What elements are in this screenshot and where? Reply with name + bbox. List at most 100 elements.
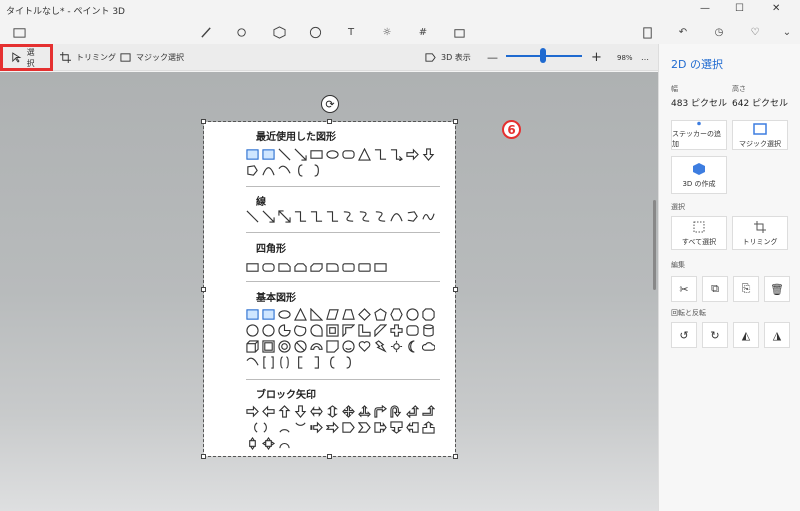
rectangle-shape-icon: [310, 150, 323, 159]
height-value[interactable]: 642 ピクセル: [732, 96, 788, 109]
block-quad-arrow-icon: [342, 405, 355, 418]
copy-button[interactable]: ⧉: [702, 276, 728, 302]
block-bent-up-arrow-icon: [422, 405, 435, 416]
arrow-line-shape-icon: [294, 148, 307, 161]
line-shape-icon: [278, 148, 291, 161]
resize-handle-top-left[interactable]: [201, 119, 206, 124]
resize-handle-top[interactable]: [327, 119, 332, 124]
close-button[interactable]: ✕: [772, 3, 780, 14]
magic-select-panel-button[interactable]: マジック選択: [732, 120, 788, 150]
more-options-button[interactable]: …: [641, 44, 649, 71]
minimize-button[interactable]: —: [700, 3, 710, 14]
vertical-scrollbar[interactable]: [653, 200, 656, 290]
scissors-icon: ✂: [679, 282, 689, 296]
view-3d-button[interactable]: 3D 表示: [425, 44, 471, 71]
zoom-slider-thumb[interactable]: [540, 48, 546, 63]
undo-icon[interactable]: ↶: [674, 24, 692, 40]
block-striped-right-arrow-icon: [310, 421, 323, 434]
basic-cube-icon: [246, 340, 259, 353]
resize-handle-top-right[interactable]: [453, 119, 458, 124]
snip-two-corner-rect-icon: [294, 263, 307, 272]
effects-icon[interactable]: ☼: [378, 24, 396, 40]
section-divider: [246, 186, 440, 187]
curve-line-icon: [390, 213, 403, 222]
block-arrows-row-3: [246, 437, 291, 450]
history-icon[interactable]: ◷: [710, 24, 728, 40]
block-left-arrow-icon: [262, 405, 275, 418]
resize-handle-right[interactable]: [453, 287, 458, 292]
trim-panel-button[interactable]: トリミング: [732, 216, 788, 250]
block-circular-arrow-icon: [279, 443, 290, 449]
panel-title: 2D の選択: [671, 58, 723, 71]
block-left-callout-icon: [406, 422, 419, 433]
trim-tool-button[interactable]: トリミング: [60, 44, 116, 71]
chevron-down-icon[interactable]: ⌄: [778, 24, 796, 40]
flip-horizontal-icon: ◭: [741, 328, 751, 342]
elbow-line-icon: [294, 211, 307, 222]
block-curved-right-arrow-icon: [254, 422, 258, 433]
library-3d-icon[interactable]: [450, 24, 468, 40]
flip-vertical-button[interactable]: ◮: [764, 322, 790, 348]
block-left-up-arrow-icon: [406, 405, 419, 418]
block-curved-up-arrow-icon: [279, 429, 290, 433]
width-value[interactable]: 483 ピクセル: [671, 96, 727, 109]
block-down-arrow-icon: [294, 405, 307, 418]
resize-handle-bottom-left[interactable]: [201, 454, 206, 459]
rotate-section-label: 回転と反転: [671, 309, 706, 317]
main-toolbar: T ☼ # ↶ ◷ ♡ ⌄: [0, 20, 800, 44]
canvas-icon[interactable]: #: [414, 24, 432, 40]
magic-select-button[interactable]: マジック選択: [120, 44, 184, 71]
rotate-handle-icon[interactable]: ⟳: [321, 95, 339, 113]
redo-icon[interactable]: ♡: [746, 24, 764, 40]
resize-handle-bottom[interactable]: [327, 454, 332, 459]
basic-heptagon-icon: [406, 308, 419, 321]
zoom-in-button[interactable]: +: [591, 44, 602, 71]
make-3d-button[interactable]: 3D の作成: [671, 156, 727, 194]
select-all-button[interactable]: すべて選択: [671, 216, 727, 250]
zoom-out-button[interactable]: —: [487, 44, 498, 71]
textbox-shape-icon: [246, 149, 259, 160]
arc-shape-icon: [278, 165, 291, 174]
clipboard-icon: ⎘: [741, 282, 751, 295]
add-sticker-button[interactable]: ステッカーの追加: [671, 120, 727, 150]
rotate-right-button[interactable]: ↻: [702, 322, 728, 348]
snip-diagonal-rect-icon: [310, 263, 323, 272]
basic-shapes-row-2: [246, 324, 435, 337]
rounded-rect-shape-icon: [342, 150, 355, 159]
basic-lightning-icon: [374, 340, 387, 353]
resize-handle-left[interactable]: [201, 287, 206, 292]
brush-icon[interactable]: [197, 24, 215, 40]
selection-subbar: 選択 トリミング マジック選択 3D 表示 — + 98% …: [0, 44, 658, 71]
rotate-left-button[interactable]: ↺: [671, 322, 697, 348]
text-icon[interactable]: T: [342, 24, 360, 40]
basic-diamond-icon: [358, 308, 371, 321]
recent-shapes-row-2: [246, 164, 323, 177]
step-badge: 6: [502, 120, 521, 139]
maximize-button[interactable]: ☐: [735, 3, 744, 14]
menu-folder-icon[interactable]: [10, 24, 28, 40]
magic-select-panel-label: マジック選択: [739, 139, 781, 148]
shapes-2d-icon[interactable]: [233, 24, 251, 40]
delete-button[interactable]: 🗑: [764, 276, 790, 302]
triangle-shape-icon: [358, 148, 371, 161]
shapes-3d-icon[interactable]: [270, 24, 288, 40]
arrow-line-icon: [262, 210, 275, 223]
copy-icon: ⧉: [711, 282, 719, 295]
block-bent-arrow-icon: [374, 405, 387, 418]
view-3d-icon: [425, 53, 436, 62]
sticker-icon[interactable]: [306, 24, 324, 40]
select-tool-button[interactable]: 選択: [0, 44, 53, 71]
elbow-connector-icon: [374, 149, 387, 160]
flip-horizontal-button[interactable]: ◭: [733, 322, 759, 348]
block-arrows-row-1: [246, 405, 435, 418]
resize-handle-bottom-right[interactable]: [453, 454, 458, 459]
rect-icon-alt: [374, 263, 387, 272]
basic-octagon-icon: [422, 308, 435, 321]
block-curved-left-arrow-icon: [263, 422, 267, 433]
cut-button[interactable]: ✂: [671, 276, 697, 302]
paste-button[interactable]: ⎘: [733, 276, 759, 302]
basic-half-frame-icon: [342, 324, 355, 337]
paste-icon[interactable]: [638, 24, 656, 40]
select-all-icon: [693, 221, 705, 232]
freeform-shape-icon: [247, 165, 258, 176]
